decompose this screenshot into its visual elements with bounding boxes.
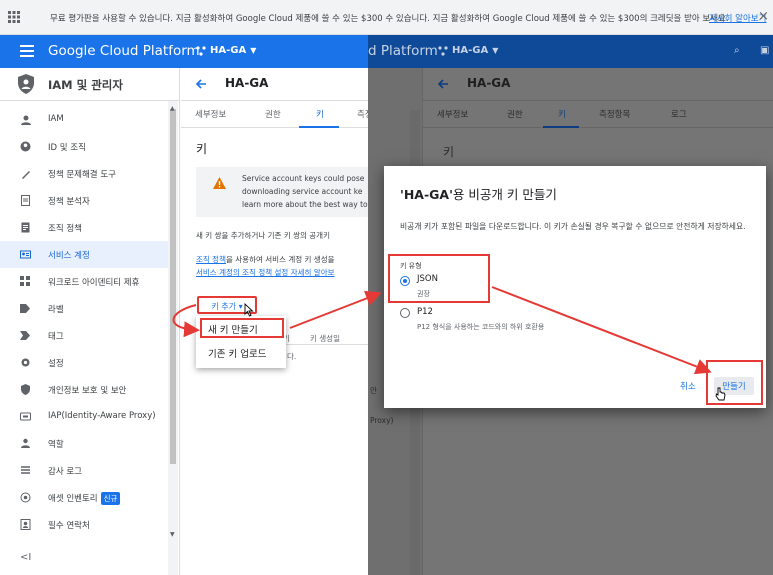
cursor-icon xyxy=(244,303,254,317)
annotation-arrows xyxy=(172,286,712,375)
hand-cursor-icon xyxy=(715,387,726,401)
arrow-to-create-key xyxy=(172,304,200,338)
arrow-to-create-button xyxy=(491,286,712,375)
arrow-to-json-option xyxy=(289,290,382,329)
